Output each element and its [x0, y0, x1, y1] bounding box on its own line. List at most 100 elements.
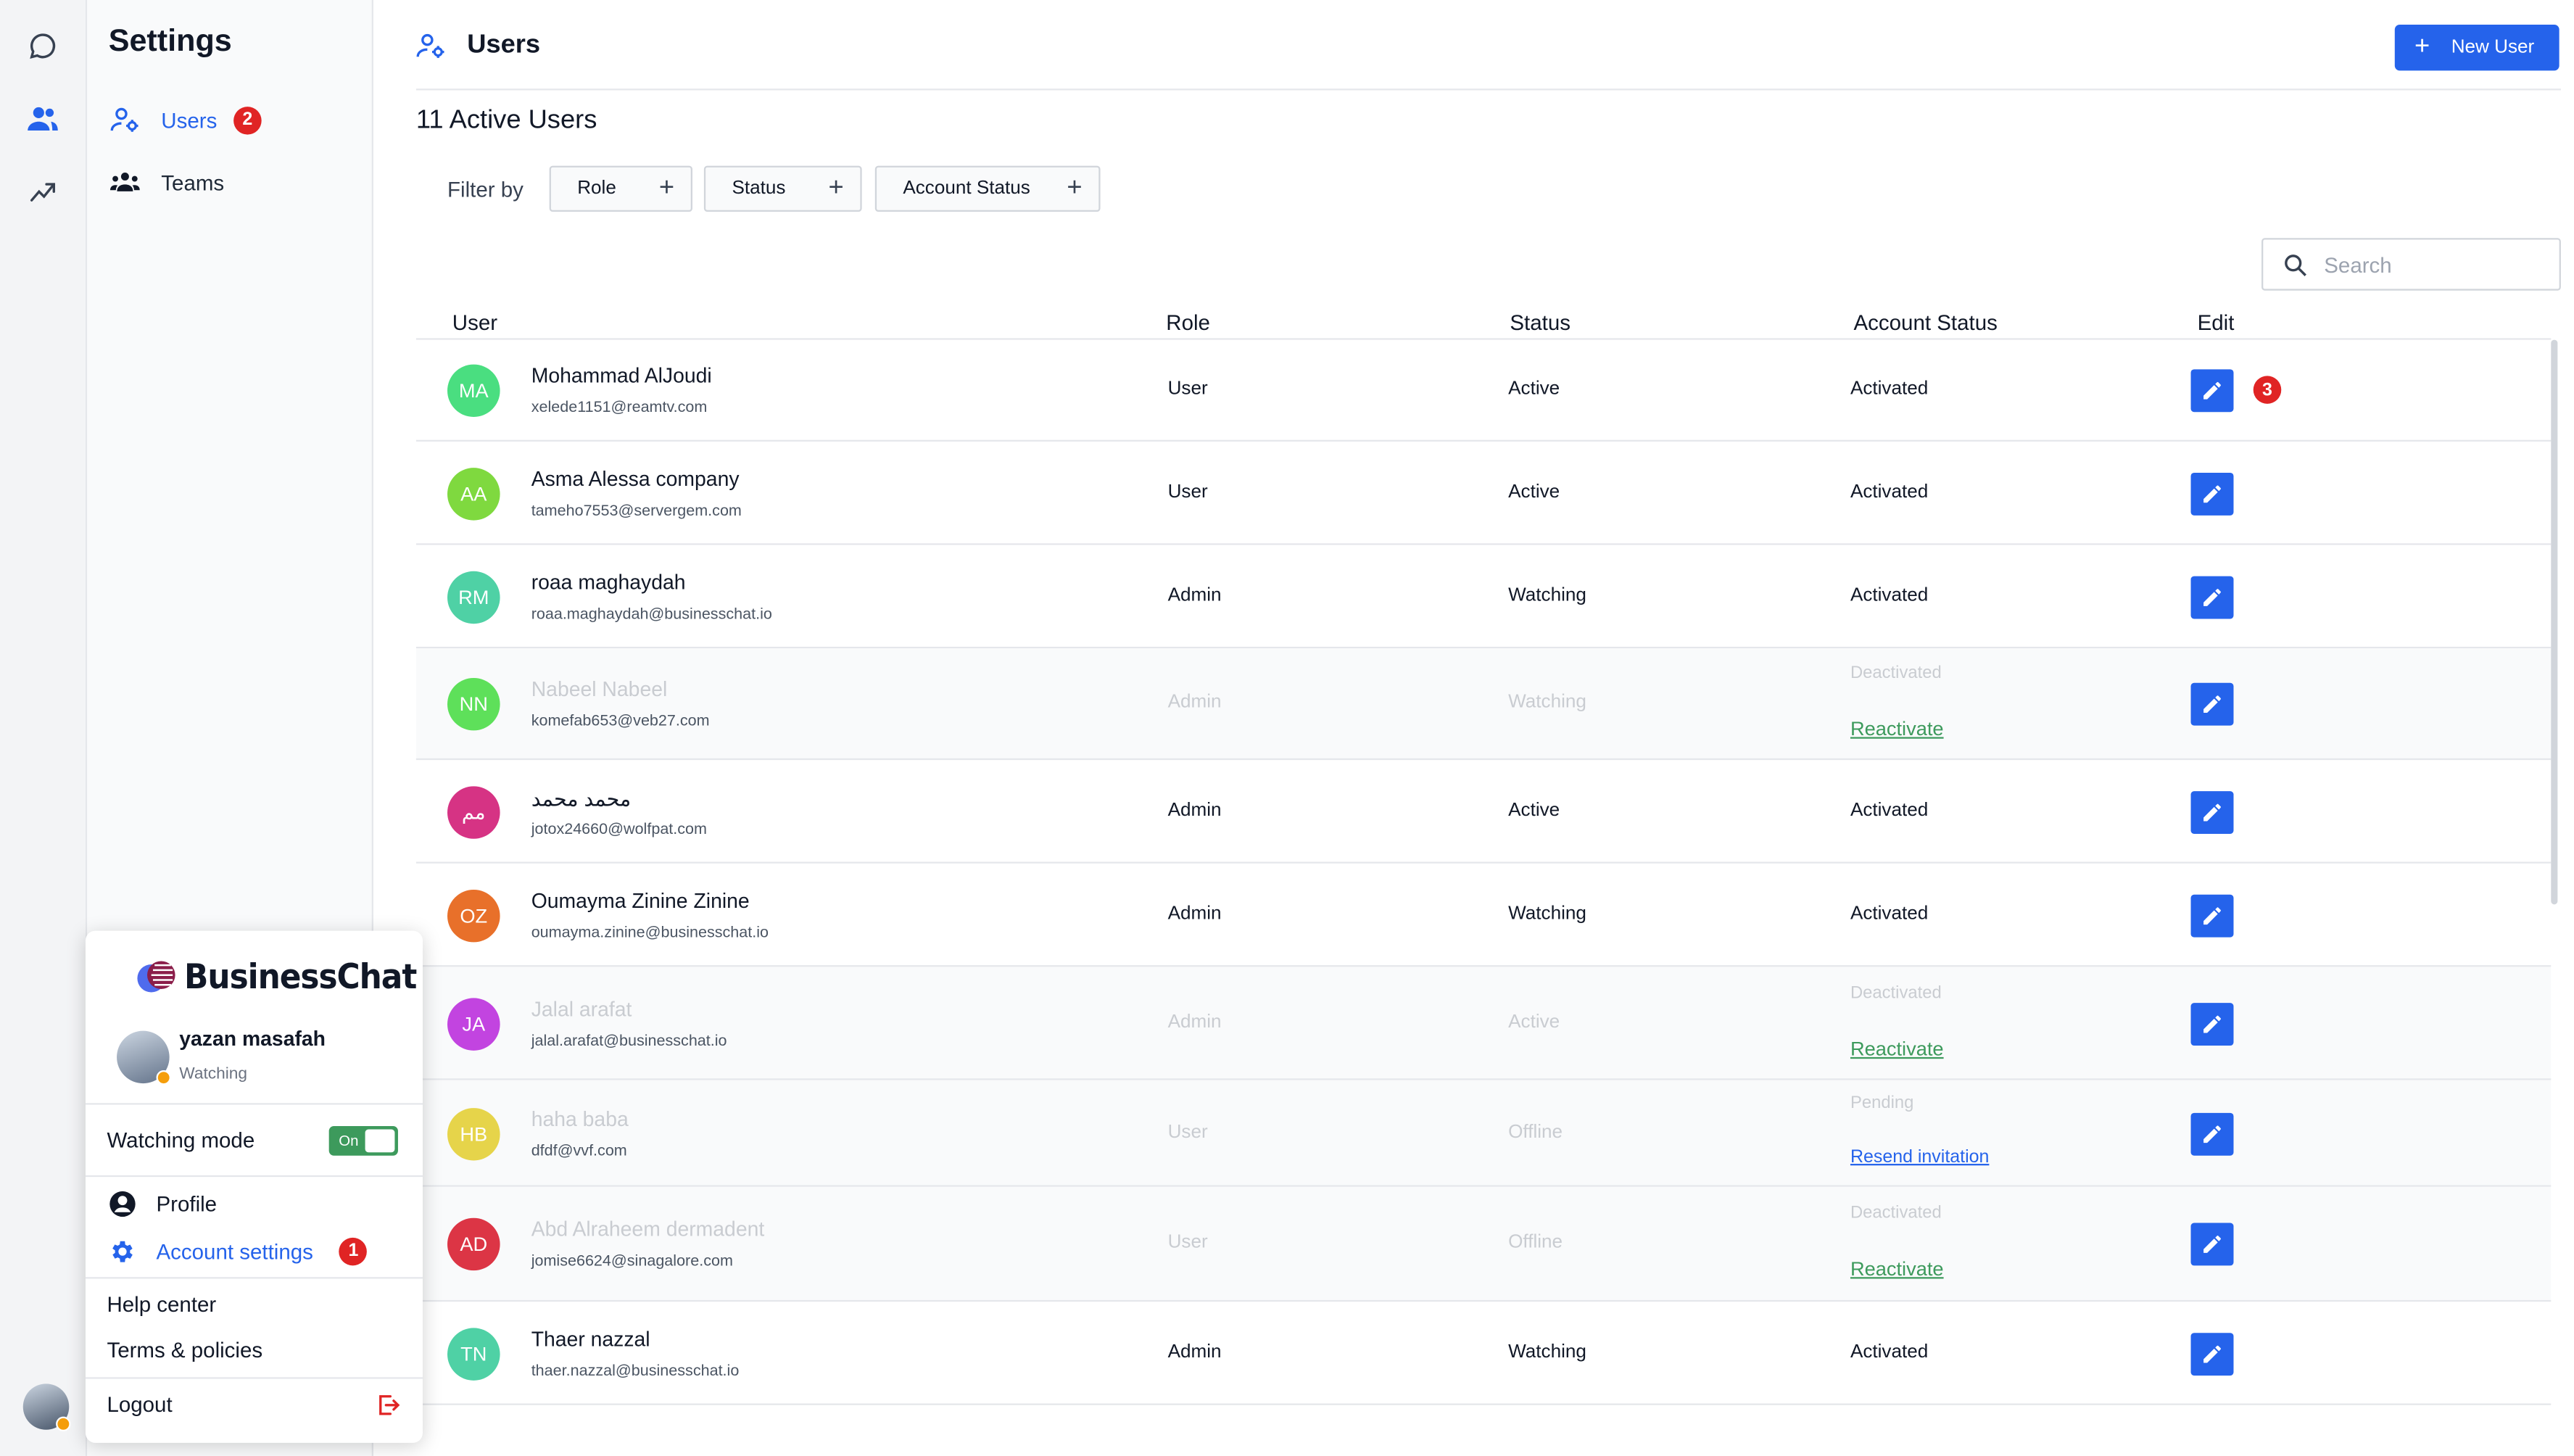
- user-role: Admin: [1167, 692, 1222, 713]
- user-name: roaa maghaydah: [531, 571, 686, 595]
- table-row[interactable]: MA Mohammad AlJoudi xelede1151@reamtv.com U…: [415, 340, 2552, 442]
- user-avatar[interactable]: [22, 1383, 71, 1432]
- account-status: Activated: [1850, 801, 1929, 821]
- gear-icon: [107, 1236, 136, 1266]
- plus-icon: +: [2414, 33, 2430, 61]
- chat-icon[interactable]: [20, 23, 66, 69]
- column-header-user: User: [452, 310, 498, 335]
- user-status: Watching: [1508, 904, 1586, 925]
- pencil-icon: [2201, 1343, 2224, 1366]
- notification-badge: 3: [2253, 376, 2282, 404]
- avatar: MA: [447, 364, 500, 418]
- new-user-button[interactable]: + New User: [2394, 24, 2559, 71]
- filter-role-label: Role: [577, 178, 616, 199]
- pencil-icon: [2201, 1233, 2224, 1256]
- filter-account-status-button[interactable]: Account Status +: [874, 165, 1101, 212]
- table-row[interactable]: OZ Oumayma Zinine Zinine oumayma.zinine@bu…: [415, 864, 2552, 967]
- account-settings-label: Account settings: [156, 1238, 313, 1263]
- account-settings-menu-item[interactable]: Account settings 1: [107, 1236, 368, 1266]
- terms-policies-link[interactable]: Terms & policies: [107, 1338, 262, 1362]
- filter-role-button[interactable]: Role +: [549, 165, 692, 212]
- table-header: User Role Status Account Status Edit: [415, 304, 2552, 340]
- watching-mode-label: Watching mode: [107, 1128, 255, 1153]
- app-rail: [0, 0, 88, 1456]
- table-scrollbar[interactable]: [2551, 339, 2558, 905]
- profile-label: Profile: [156, 1191, 218, 1216]
- user-email: komefab653@veb27.com: [531, 712, 710, 731]
- plus-icon: +: [828, 173, 844, 202]
- account-status: Activated: [1850, 1342, 1929, 1362]
- user-email: jomise6624@sinagalore.com: [531, 1252, 733, 1271]
- watching-mode-toggle[interactable]: On: [328, 1125, 398, 1156]
- avatar: [117, 1030, 171, 1085]
- main-content: Users + New User 11 Active Users Filter …: [373, 0, 2574, 1456]
- resend-invitation-link[interactable]: Resend invitation: [1850, 1147, 1989, 1167]
- edit-button[interactable]: [2190, 894, 2234, 938]
- reactivate-link[interactable]: Reactivate: [1850, 1257, 1944, 1281]
- user-status: Watching: [179, 1065, 248, 1084]
- edit-button[interactable]: [2190, 369, 2234, 413]
- account-status: Deactivated: [1850, 1203, 1942, 1223]
- plus-icon: +: [658, 173, 675, 202]
- user-name: Jalal arafat: [531, 998, 632, 1022]
- logout-label: Logout: [107, 1391, 173, 1417]
- status-dot: [156, 1070, 171, 1085]
- toggle-label: On: [339, 1133, 359, 1149]
- divider: [85, 1103, 423, 1105]
- user-status: Active: [1508, 1012, 1560, 1033]
- filter-status-label: Status: [732, 178, 786, 199]
- analytics-icon[interactable]: [20, 167, 66, 213]
- plus-icon: +: [1067, 173, 1083, 202]
- sidebar-item-label: Users: [161, 107, 218, 133]
- reactivate-link[interactable]: Reactivate: [1850, 1038, 1944, 1061]
- edit-button[interactable]: [2190, 1223, 2234, 1266]
- search-placeholder: Search: [2324, 252, 2392, 277]
- pencil-icon: [2201, 692, 2224, 716]
- user-status: Watching: [1508, 1342, 1586, 1362]
- table-row[interactable]: مم محمد محمد jotox24660@wolfpat.com Admin Ac…: [415, 760, 2552, 864]
- edit-button[interactable]: [2190, 576, 2234, 619]
- pencil-icon: [2201, 1122, 2224, 1146]
- edit-button[interactable]: [2190, 682, 2234, 726]
- edit-button[interactable]: [2190, 1333, 2234, 1376]
- sidebar-item-users[interactable]: Users 2: [109, 100, 262, 139]
- edit-button[interactable]: [2190, 1112, 2234, 1156]
- sidebar-item-teams[interactable]: Teams: [109, 162, 224, 202]
- table-row[interactable]: RM roaa maghaydah roaa.maghaydah@businessc…: [415, 545, 2552, 649]
- reactivate-link[interactable]: Reactivate: [1850, 717, 1944, 740]
- logout-icon[interactable]: [375, 1392, 401, 1427]
- team-icon: [109, 166, 141, 199]
- pencil-icon: [2201, 379, 2224, 402]
- search-input[interactable]: Search: [2261, 238, 2561, 291]
- logout-button[interactable]: Logout: [107, 1392, 172, 1417]
- table-row[interactable]: HB haha baba dfdf@vvf.com User Offline Pendin…: [415, 1080, 2552, 1187]
- user-email: thaer.nazzal@businesschat.io: [531, 1362, 740, 1381]
- help-center-link[interactable]: Help center: [107, 1292, 216, 1317]
- table-row[interactable]: NN Nabeel Nabeel komefab653@veb27.com Admin…: [415, 648, 2552, 761]
- pencil-icon: [2201, 1013, 2224, 1036]
- table-row[interactable]: AD Abd Alraheem dermadent jomise6624@sinag…: [415, 1186, 2552, 1302]
- divider: [85, 1377, 423, 1379]
- filter-status-button[interactable]: Status +: [703, 165, 862, 212]
- profile-menu-item[interactable]: Profile: [107, 1188, 217, 1218]
- table-row[interactable]: AA Asma Alessa company tameho7553@serverge…: [415, 442, 2552, 545]
- edit-button[interactable]: [2190, 791, 2234, 835]
- table-row[interactable]: TN Thaer nazzal thaer.nazzal@businesschat.…: [415, 1302, 2552, 1405]
- toggle-knob: [365, 1129, 395, 1153]
- avatar: TN: [447, 1328, 500, 1381]
- pencil-icon: [2201, 483, 2224, 506]
- notification-badge: 2: [233, 106, 262, 134]
- page-title: Users: [467, 31, 541, 59]
- user-role: Admin: [1167, 1342, 1222, 1362]
- user-status: Watching: [1508, 692, 1586, 713]
- edit-button[interactable]: [2190, 1003, 2234, 1046]
- user-name: haha baba: [531, 1108, 629, 1131]
- users-icon[interactable]: [20, 95, 66, 141]
- edit-button[interactable]: [2190, 472, 2234, 516]
- avatar: OZ: [447, 889, 500, 943]
- table-row[interactable]: JA Jalal arafat jalal.arafat@businesschat.…: [415, 967, 2552, 1080]
- user-email: jotox24660@wolfpat.com: [531, 820, 708, 839]
- user-email: xelede1151@reamtv.com: [531, 399, 708, 418]
- user-status: Active: [1508, 801, 1560, 821]
- avatar: مم: [447, 786, 500, 839]
